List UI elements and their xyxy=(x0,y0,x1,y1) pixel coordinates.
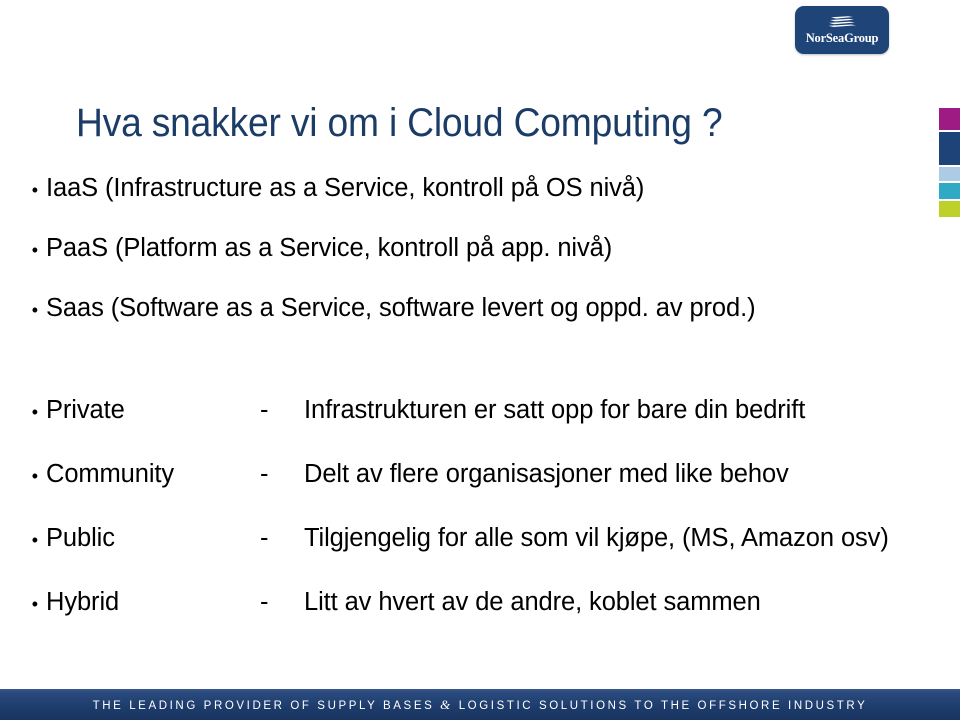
deployment-models-list: • Private - Infrastrukturen er satt opp … xyxy=(0,396,960,654)
swatch-navy xyxy=(939,132,960,165)
deployment-description: Infrastrukturen er satt opp for bare din… xyxy=(304,396,806,424)
list-item: • Saas (Software as a Service, software … xyxy=(0,294,960,356)
list-item: • IaaS (Infrastructure as a Service, kon… xyxy=(0,174,960,236)
slide-canvas: NorSeaGroup Hva snakker vi om i Cloud Co… xyxy=(0,0,960,720)
deployment-description: Litt av hvert av de andre, koblet sammen xyxy=(304,588,761,616)
deployment-description: Delt av flere organisasjoner med like be… xyxy=(304,460,789,488)
list-item-label: Saas (Software as a Service, software le… xyxy=(46,294,756,322)
deployment-description: Tilgjengelig for alle som vil kjøpe, (MS… xyxy=(304,524,889,552)
swatch-magenta xyxy=(939,108,960,130)
deployment-term: Private xyxy=(46,396,125,424)
list-item: • Public - Tilgjengelig for alle som vil… xyxy=(0,524,960,590)
wave-stripes-icon xyxy=(828,15,856,27)
bullet-glyph: • xyxy=(31,300,38,320)
logo-wordmark: NorSeaGroup xyxy=(805,30,879,45)
bullet-glyph: • xyxy=(31,402,38,422)
separator-dash: - xyxy=(260,396,269,424)
list-item-label: PaaS (Platform as a Service, kontroll på… xyxy=(46,234,613,262)
bullet-glyph: • xyxy=(31,240,38,260)
page-title: Hva snakker vi om i Cloud Computing ? xyxy=(76,101,723,145)
separator-dash: - xyxy=(260,524,269,552)
footer-bar: THE LEADING PROVIDER OF SUPPLY BASES & L… xyxy=(0,689,960,720)
norseagroup-logo: NorSeaGroup xyxy=(795,6,889,54)
list-item: • Private - Infrastrukturen er satt opp … xyxy=(0,396,960,462)
separator-dash: - xyxy=(260,588,269,616)
bullet-glyph: • xyxy=(31,180,38,200)
bullet-glyph: • xyxy=(31,530,38,550)
footer-tagline: THE LEADING PROVIDER OF SUPPLY BASES & L… xyxy=(93,697,868,713)
footer-tagline-part2: LOGISTIC SOLUTIONS TO THE OFFSHORE INDUS… xyxy=(458,699,868,712)
footer-ampersand: & xyxy=(440,696,453,712)
deployment-term: Community xyxy=(46,460,175,488)
list-item: • PaaS (Platform as a Service, kontroll … xyxy=(0,234,960,296)
deployment-term: Public xyxy=(46,524,115,552)
service-models-list: • IaaS (Infrastructure as a Service, kon… xyxy=(0,174,960,356)
bullet-glyph: • xyxy=(31,594,38,614)
list-item: • Hybrid - Litt av hvert av de andre, ko… xyxy=(0,588,960,654)
separator-dash: - xyxy=(260,460,269,488)
deployment-term: Hybrid xyxy=(46,588,120,616)
bullet-glyph: • xyxy=(31,466,38,486)
footer-tagline-part1: THE LEADING PROVIDER OF SUPPLY BASES xyxy=(92,699,435,712)
list-item: • Community - Delt av flere organisasjon… xyxy=(0,460,960,526)
list-item-label: IaaS (Infrastructure as a Service, kontr… xyxy=(46,174,645,202)
